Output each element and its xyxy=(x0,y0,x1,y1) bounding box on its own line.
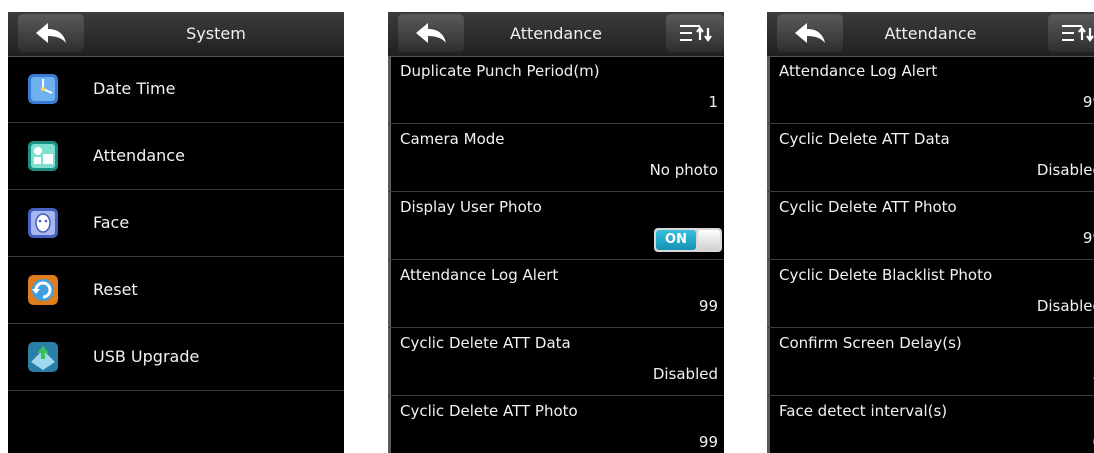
row-label: Cyclic Delete Blacklist Photo xyxy=(779,266,993,284)
attendance-screen-1: Attendance Duplicate Punch Period(m) 1 C… xyxy=(388,12,724,453)
row-label: Camera Mode xyxy=(400,130,505,148)
row-value: 99 xyxy=(1082,93,1094,111)
list-item[interactable]: Duplicate Punch Period(m) 1 xyxy=(388,56,724,124)
back-arrow-icon xyxy=(36,23,66,43)
row-label: Attendance Log Alert xyxy=(400,266,559,284)
row-value: Disabled xyxy=(1036,297,1094,315)
row-value: 99 xyxy=(1082,229,1094,247)
menu-label: Date Time xyxy=(93,79,176,98)
toggle-state: ON xyxy=(656,230,696,250)
attendance-list: Attendance Log Alert 99 Cyclic Delete AT… xyxy=(767,56,1094,453)
back-button[interactable] xyxy=(18,14,84,52)
usb-upgrade-icon xyxy=(28,342,58,372)
attendance-screen-2: Attendance Attendance Log Alert 99 Cycli… xyxy=(767,12,1094,453)
list-item[interactable]: Cyclic Delete Blacklist Photo Disabled xyxy=(767,260,1094,328)
row-value: Disabled xyxy=(652,365,718,383)
menu-item-date-time[interactable]: Date Time xyxy=(8,56,344,123)
attendance-list: Duplicate Punch Period(m) 1 Camera Mode … xyxy=(388,56,724,453)
list-item[interactable]: Cyclic Delete ATT Photo 99 xyxy=(767,192,1094,260)
header-bar: System xyxy=(8,12,344,57)
list-item[interactable]: Cyclic Delete ATT Data Disabled xyxy=(767,124,1094,192)
clock-icon xyxy=(28,74,58,104)
attendance-icon xyxy=(28,141,58,171)
face-icon xyxy=(28,208,58,238)
page-title: Attendance xyxy=(884,24,977,43)
system-screen: System Date Time Attendance Face Reset U… xyxy=(8,12,344,453)
row-label: Cyclic Delete ATT Data xyxy=(779,130,950,148)
row-label: Display User Photo xyxy=(400,198,542,216)
list-item[interactable]: Face detect interval(s) 0 xyxy=(767,396,1094,453)
row-value: 1 xyxy=(708,93,718,111)
row-value: Disabled xyxy=(1036,161,1094,179)
toggle-knob xyxy=(698,230,720,250)
reset-icon xyxy=(28,275,58,305)
row-label: Cyclic Delete ATT Data xyxy=(400,334,571,352)
list-item[interactable]: Attendance Log Alert 99 xyxy=(388,260,724,328)
system-menu: Date Time Attendance Face Reset USB Upgr… xyxy=(8,56,344,391)
row-label: Confirm Screen Delay(s) xyxy=(779,334,962,352)
display-user-photo-toggle[interactable]: ON xyxy=(654,228,722,252)
header-bar: Attendance xyxy=(767,12,1094,57)
row-value: No photo xyxy=(649,161,718,179)
list-item[interactable]: Confirm Screen Delay(s) 3 xyxy=(767,328,1094,396)
sort-icon xyxy=(1062,25,1094,42)
row-label: Attendance Log Alert xyxy=(779,62,938,80)
list-item[interactable]: Attendance Log Alert 99 xyxy=(767,56,1094,124)
row-value: 99 xyxy=(698,433,718,451)
menu-item-face[interactable]: Face xyxy=(8,190,344,257)
page-title: System xyxy=(186,24,246,43)
row-label: Cyclic Delete ATT Photo xyxy=(779,198,957,216)
menu-label: Reset xyxy=(93,280,138,299)
menu-item-attendance[interactable]: Attendance xyxy=(8,123,344,190)
row-label: Face detect interval(s) xyxy=(779,402,948,420)
menu-item-usb-upgrade[interactable]: USB Upgrade xyxy=(8,324,344,391)
list-item[interactable]: Display User Photo ON xyxy=(388,192,724,260)
list-item[interactable]: Cyclic Delete ATT Photo 99 xyxy=(388,396,724,453)
sort-button[interactable] xyxy=(666,14,724,52)
header-bar: Attendance xyxy=(388,12,724,57)
row-label: Duplicate Punch Period(m) xyxy=(400,62,600,80)
list-item[interactable]: Camera Mode No photo xyxy=(388,124,724,192)
menu-item-reset[interactable]: Reset xyxy=(8,257,344,324)
list-item[interactable]: Cyclic Delete ATT Data Disabled xyxy=(388,328,724,396)
menu-label: USB Upgrade xyxy=(93,347,200,366)
row-label: Cyclic Delete ATT Photo xyxy=(400,402,578,420)
sort-icon xyxy=(680,25,712,42)
menu-label: Face xyxy=(93,213,130,232)
menu-label: Attendance xyxy=(93,146,185,165)
row-value: 99 xyxy=(698,297,718,315)
sort-button[interactable] xyxy=(1048,14,1094,52)
